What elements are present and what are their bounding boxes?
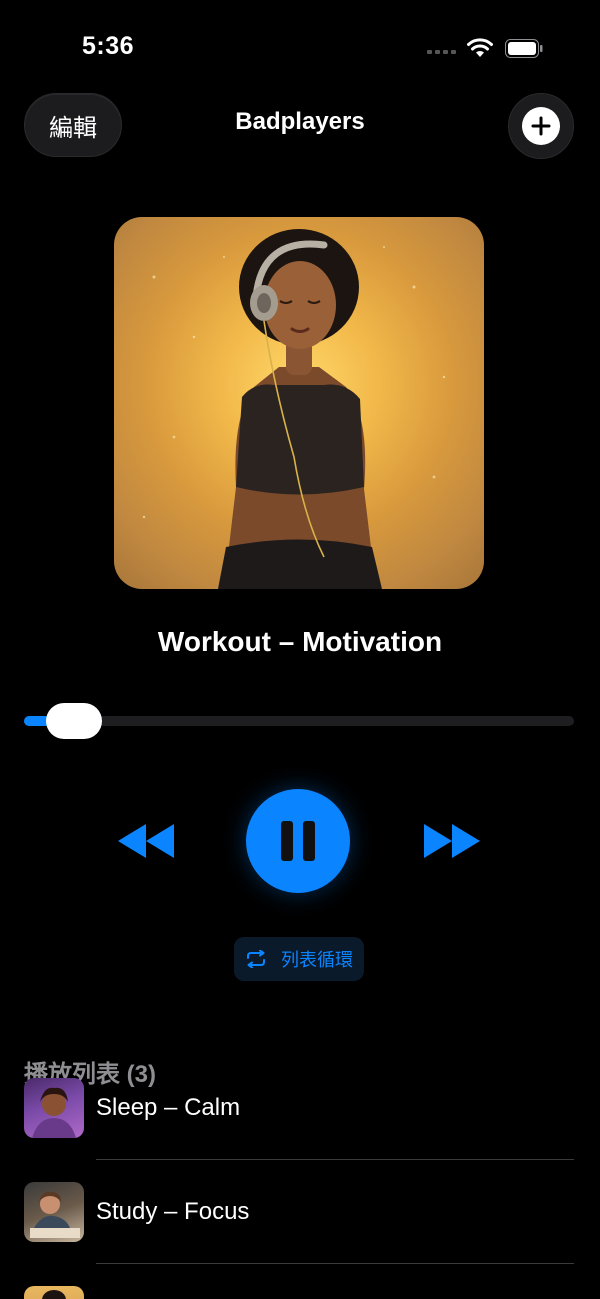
album-artwork [114, 217, 484, 589]
track-thumbnail [24, 1182, 84, 1242]
progress-thumb[interactable] [46, 703, 102, 739]
wifi-icon [467, 38, 493, 57]
cellular-signal-icon [427, 50, 456, 54]
rewind-button[interactable] [116, 822, 176, 860]
divider [96, 1159, 574, 1160]
status-bar: 5:36 [0, 0, 600, 90]
fast-forward-button[interactable] [422, 822, 482, 860]
playlist-item[interactable] [24, 1286, 574, 1299]
repeat-icon [247, 950, 265, 968]
divider [96, 1263, 574, 1264]
playlist-item[interactable]: Study – Focus [24, 1182, 574, 1242]
repeat-mode-button[interactable]: 列表循環 [234, 937, 364, 981]
playlist-item-title: Sleep – Calm [96, 1094, 241, 1121]
status-time: 5:36 [82, 32, 135, 60]
playlist-item-title: Study – Focus [96, 1198, 250, 1225]
repeat-mode-label: 列表循環 [281, 950, 353, 970]
pause-icon [281, 821, 293, 861]
battery-icon [505, 39, 543, 58]
progress-slider[interactable] [24, 703, 574, 739]
playlist-item[interactable]: Sleep – Calm [24, 1078, 574, 1138]
add-button[interactable] [508, 93, 574, 159]
track-title: Workout – Motivation [157, 626, 443, 657]
pause-button[interactable] [246, 789, 350, 893]
track-thumbnail [24, 1078, 84, 1138]
track-thumbnail [24, 1286, 84, 1299]
plus-icon [522, 107, 560, 145]
